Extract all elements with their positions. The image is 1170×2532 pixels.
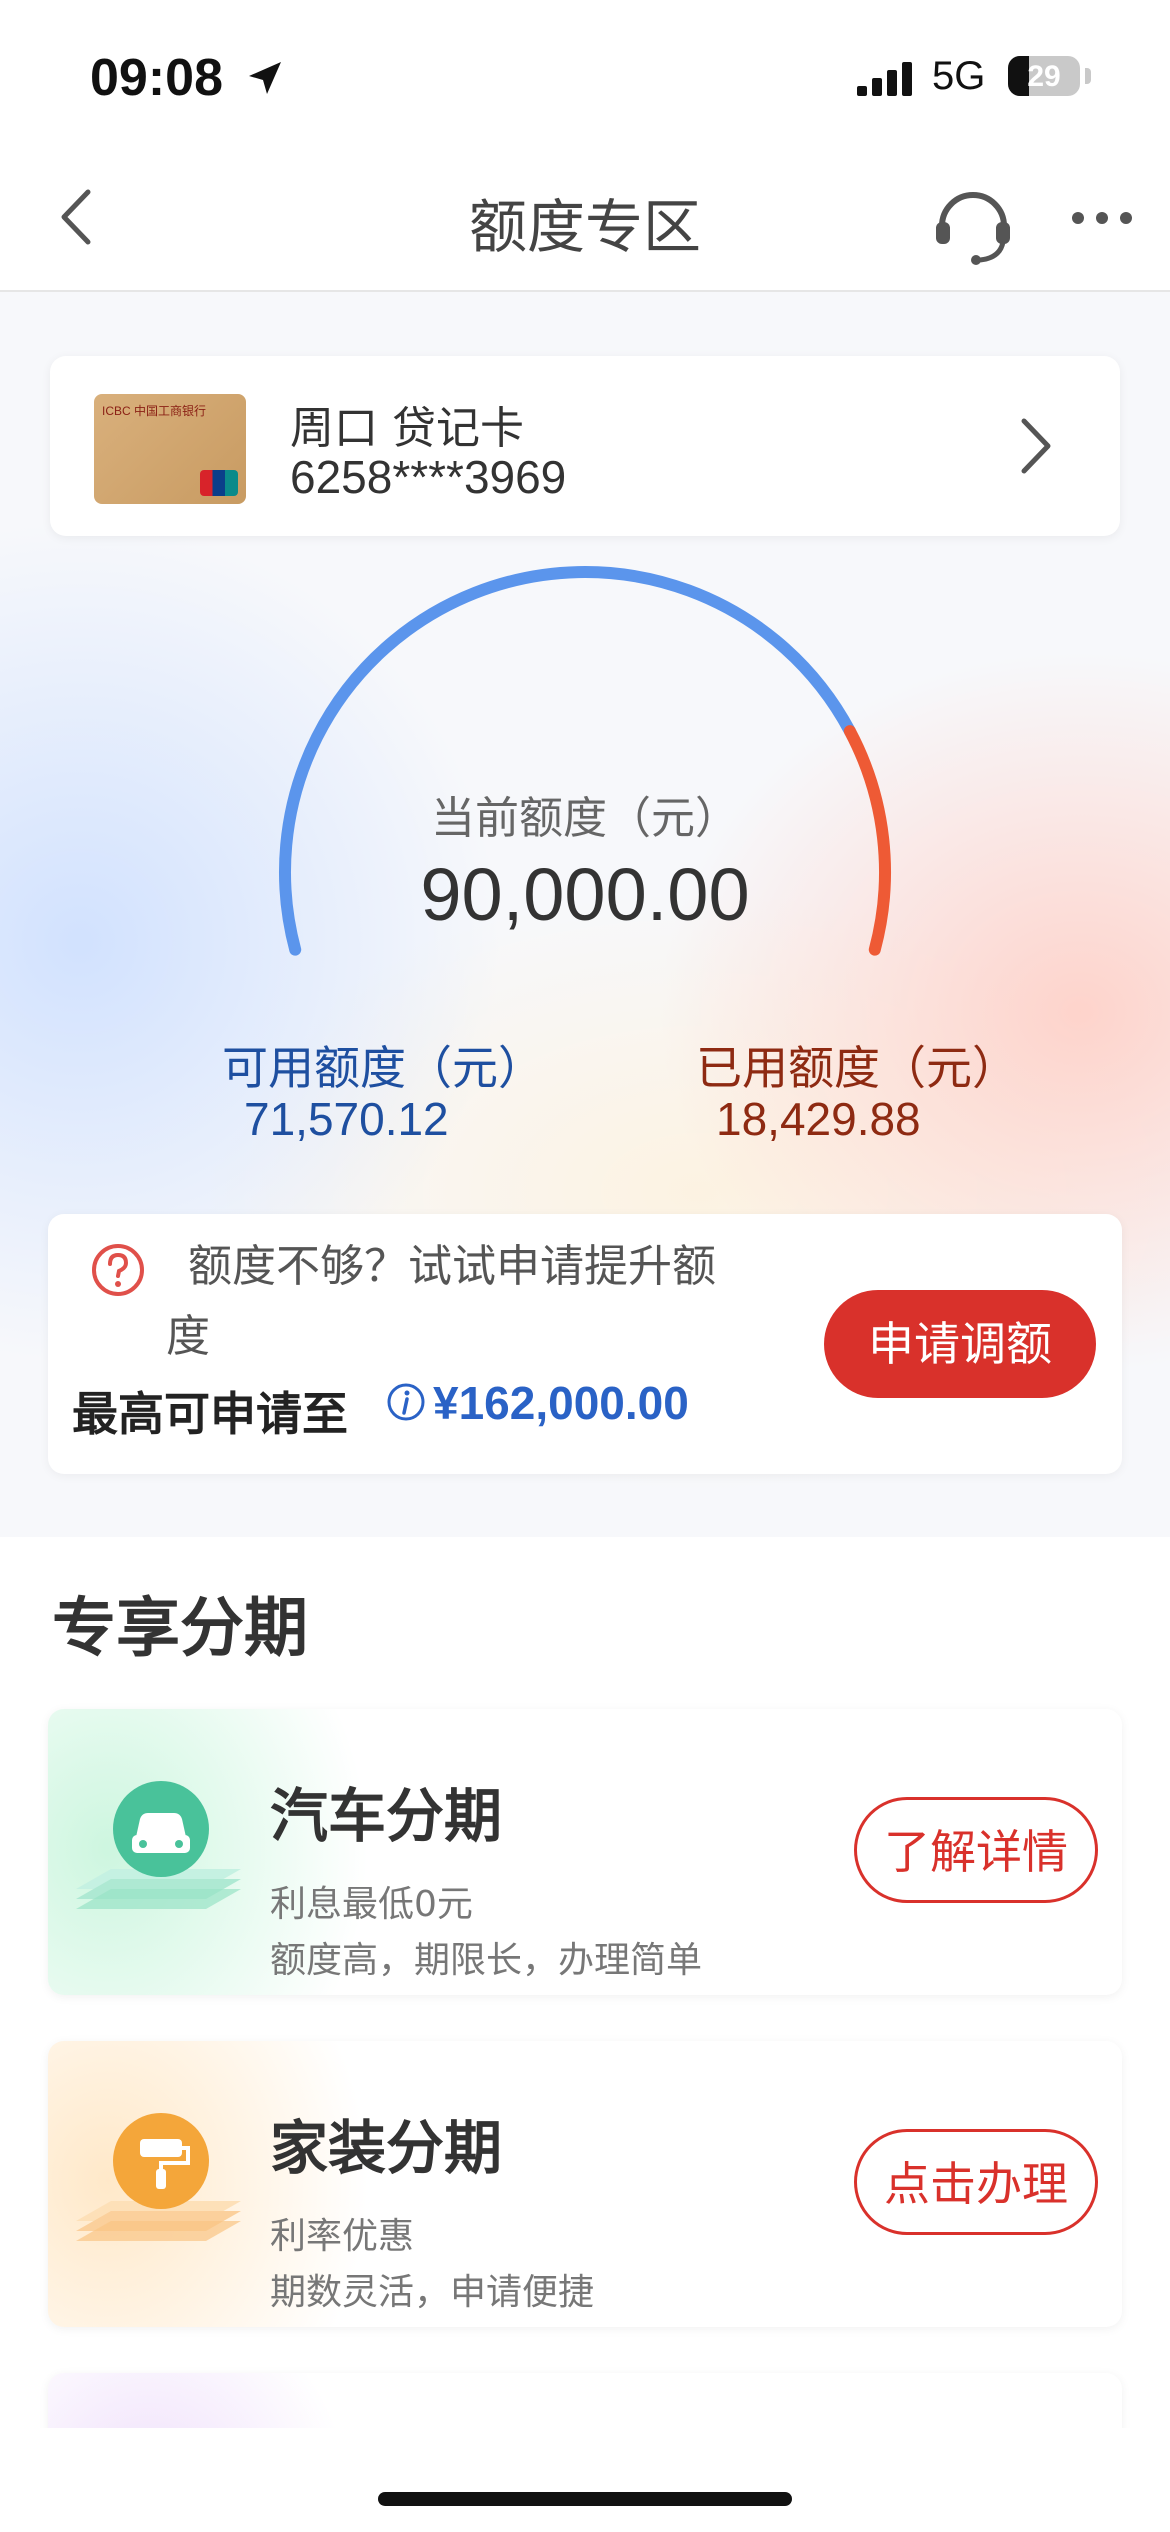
product-title: 汽车分期	[270, 1782, 503, 1850]
more-icon[interactable]	[1070, 210, 1134, 226]
upgrade-prompt: 额度不够？试试申请提升额	[168, 1236, 848, 1298]
battery-tip	[1085, 68, 1091, 84]
cellular-signal-icon	[857, 62, 912, 96]
status-bar: 09:08 5G 29	[0, 0, 1170, 150]
available-limit-label: 可用额度（元）	[222, 1041, 544, 1095]
section-title: 专享分期	[52, 1592, 308, 1666]
paint-roller-icon	[76, 2113, 241, 2241]
installment-section: 专享分期 汽车分期 利息最低0元 额度高，期限长，办理简单 了解详情 家装分期 …	[0, 1537, 1170, 2493]
product-subtitle: 利率优惠	[270, 2216, 415, 2257]
battery-icon: 29	[1008, 56, 1080, 96]
card-thumbnail: ICBC 中国工商银行	[94, 394, 246, 504]
product-title: 家装分期	[270, 2114, 503, 2182]
max-limit-value: ¥162,000.00	[433, 1377, 689, 1429]
location-arrow-icon	[249, 62, 281, 94]
available-limit-value: 71,570.12	[244, 1093, 449, 1145]
battery-percent: 29	[1027, 60, 1061, 93]
apply-now-button[interactable]: 点击办理	[854, 2129, 1098, 2235]
product-description: 额度高，期限长，办理简单	[270, 1940, 703, 1981]
apply-adjust-button[interactable]: 申请调额	[824, 1290, 1096, 1398]
card-brand: ICBC 中国工商银行	[102, 404, 207, 418]
used-limit-label: 已用额度（元）	[696, 1041, 1018, 1095]
chevron-right-icon	[1021, 418, 1051, 474]
nav-bar: 额度专区	[0, 150, 1170, 292]
product-subtitle: 利息最低0元	[270, 1884, 473, 1925]
home-indicator[interactable]	[378, 2492, 792, 2506]
network-type: 5G	[932, 54, 986, 98]
limit-upgrade-card: 额度不够？试试申请提升额 度 最高可申请至 ¥162,000.00 申请调额	[48, 1214, 1122, 1474]
info-icon[interactable]	[386, 1382, 426, 1422]
current-limit-label: 当前额度（元）	[431, 793, 739, 844]
unionpay-logo	[200, 470, 238, 496]
card-number: 6258****3969	[290, 451, 567, 503]
upgrade-prompt-line1: 额度不够？试试申请提升额	[188, 1241, 716, 1292]
used-limit-value: 18,429.88	[716, 1093, 921, 1145]
credit-limit-panel: ICBC 中国工商银行 周口 贷记卡 6258****3969 当前额度（元） …	[0, 292, 1170, 1537]
status-time: 09:08	[90, 49, 223, 107]
car-icon	[76, 1781, 241, 1909]
card-selector[interactable]: ICBC 中国工商银行 周口 贷记卡 6258****3969	[50, 356, 1120, 536]
home-indicator-area	[0, 2428, 1170, 2532]
learn-more-button[interactable]: 了解详情	[854, 1797, 1098, 1903]
product-card-car[interactable]: 汽车分期 利息最低0元 额度高，期限长，办理简单 了解详情	[48, 1709, 1122, 1995]
upgrade-prompt-line2: 度	[166, 1311, 210, 1362]
max-limit-label: 最高可申请至	[72, 1387, 348, 1441]
customer-service-icon[interactable]	[930, 180, 1016, 266]
product-description: 期数灵活，申请便捷	[270, 2272, 595, 2313]
product-card-home[interactable]: 家装分期 利率优惠 期数灵活，申请便捷 点击办理	[48, 2041, 1122, 2327]
card-name: 周口 贷记卡	[290, 403, 524, 454]
question-icon[interactable]	[90, 1242, 146, 1298]
current-limit-value: 90,000.00	[420, 853, 750, 936]
